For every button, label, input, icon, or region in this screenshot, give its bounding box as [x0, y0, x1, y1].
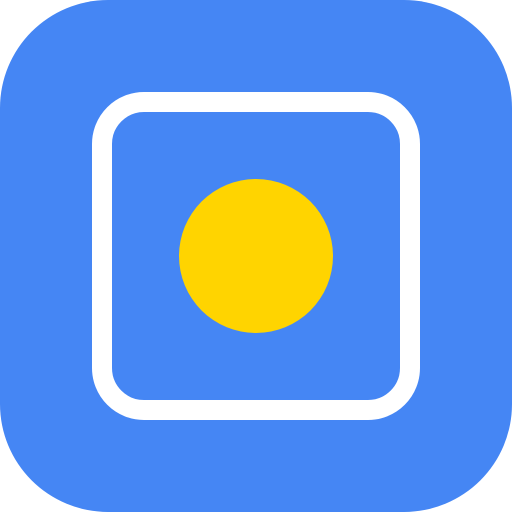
app-icon[interactable] — [0, 0, 512, 512]
center-dot-icon — [179, 179, 333, 333]
app-icon-svg — [0, 0, 512, 512]
